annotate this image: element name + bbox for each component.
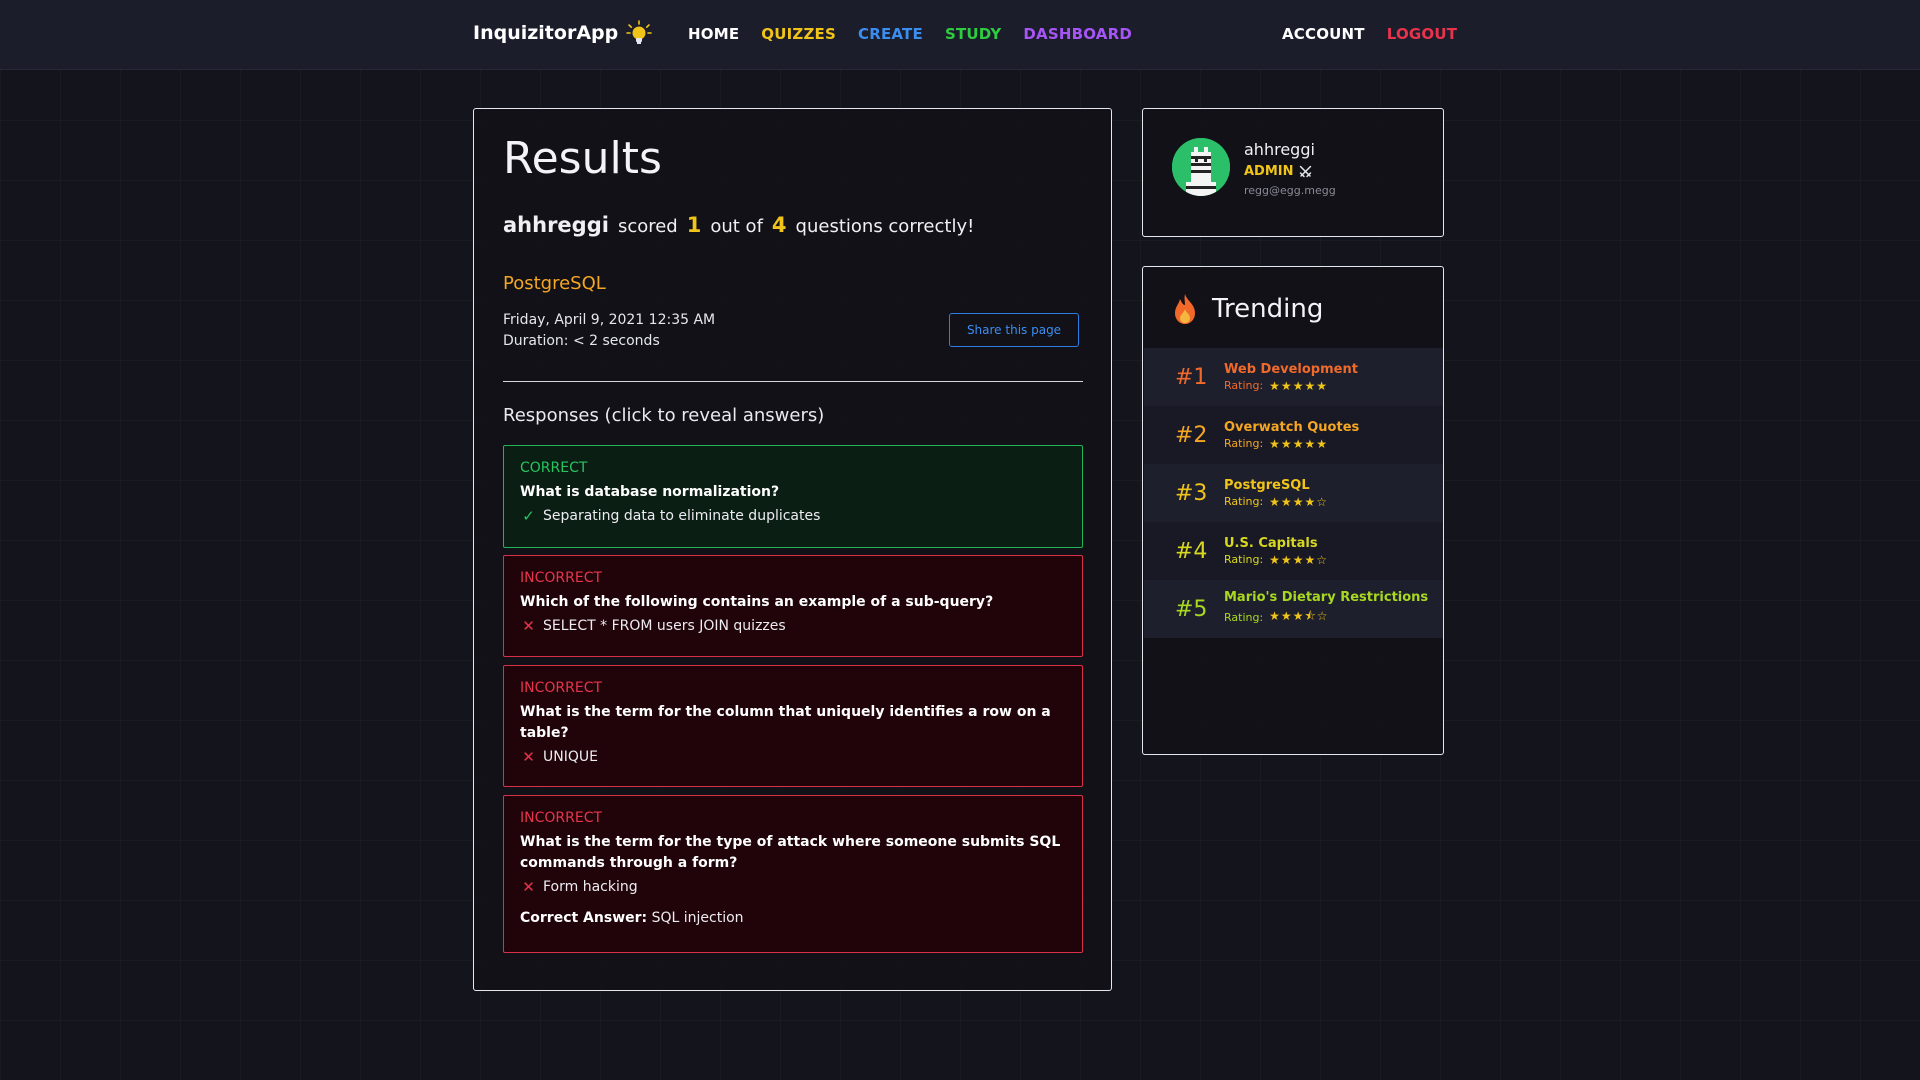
crossed-swords-icon (1299, 165, 1311, 178)
correct-answer-row: Correct Answer: SQL injection (520, 910, 1066, 926)
check-icon: ✓ (522, 507, 535, 525)
nav-right: ACCOUNT LOGOUT (1282, 25, 1457, 43)
trending-title: Trending (1212, 294, 1324, 324)
cross-icon: ✕ (522, 617, 535, 635)
correct-answer-label: Correct Answer: (520, 910, 648, 926)
divider (503, 381, 1083, 382)
brand-logo[interactable]: InquizitorApp (473, 20, 653, 46)
share-button[interactable]: Share this page (949, 313, 1079, 347)
quiz-name[interactable]: PostgreSQL (503, 273, 606, 294)
profile-email: regg@egg.megg (1244, 184, 1336, 197)
trending-rank: #4 (1175, 538, 1208, 564)
trending-rank: #5 (1175, 596, 1208, 622)
trending-card: Trending #1 Web Development Rating: ★★★★… (1142, 266, 1444, 755)
response-answer: Separating data to eliminate duplicates (543, 508, 821, 524)
rating-label: Rating: (1224, 379, 1264, 392)
response-question: What is the term for the column that uni… (520, 704, 1051, 741)
nav-study[interactable]: STUDY (945, 25, 1001, 43)
avatar[interactable] (1172, 138, 1230, 196)
role-label: ADMIN (1244, 164, 1294, 179)
nav-home[interactable]: HOME (688, 25, 739, 43)
response-card-4[interactable]: INCORRECT What is the term for the type … (503, 795, 1083, 953)
response-status: CORRECT (520, 460, 588, 476)
trending-item-2[interactable]: #2 Overwatch Quotes Rating: ★★★★★ (1144, 406, 1443, 464)
trending-item-5[interactable]: #5 Mario's Dietary Restrictions Rating: … (1144, 580, 1443, 638)
response-answer-row: ✕ UNIQUE (520, 748, 1066, 766)
response-answer-row: ✕ SELECT * FROM users JOIN quizzes (520, 617, 1066, 635)
trending-rank: #1 (1175, 364, 1208, 390)
response-answer: UNIQUE (543, 749, 598, 765)
trending-rank: #2 (1175, 422, 1208, 448)
nav-quizzes[interactable]: QUIZZES (761, 25, 836, 43)
star-rating-icon: ★★★★☆ (1269, 552, 1328, 567)
response-question: What is database normalization? (520, 484, 780, 500)
nav-create[interactable]: CREATE (858, 25, 923, 43)
brand-name: InquizitorApp (473, 22, 619, 44)
trending-header: Trending (1172, 293, 1323, 325)
response-card-3[interactable]: INCORRECT What is the term for the colum… (503, 665, 1083, 787)
response-status: INCORRECT (520, 570, 603, 586)
profile-role: ADMIN (1244, 164, 1312, 179)
response-card-2[interactable]: INCORRECT Which of the following contain… (503, 555, 1083, 657)
star-rating-icon: ★★★★★ (1269, 378, 1328, 393)
score-total: 4 (771, 213, 787, 237)
response-card-1[interactable]: CORRECT What is database normalization? … (503, 445, 1083, 548)
trending-name: PostgreSQL (1224, 477, 1310, 493)
response-question: What is the term for the type of attack … (520, 834, 1061, 871)
rating-label: Rating: (1224, 553, 1264, 566)
fire-icon (1175, 294, 1195, 324)
response-answer: Form hacking (543, 879, 638, 895)
profile-card: ahhreggi ADMIN regg@egg.megg (1142, 108, 1444, 237)
rating-label: Rating: (1224, 611, 1264, 624)
response-answer-row: ✕ Form hacking (520, 878, 1066, 896)
nav-account[interactable]: ACCOUNT (1282, 25, 1365, 43)
cross-icon: ✕ (522, 748, 535, 766)
navbar: InquizitorApp HOME QUIZZES CREATE STUDY … (0, 0, 1920, 70)
response-status: INCORRECT (520, 810, 603, 826)
response-question: Which of the following contains an examp… (520, 594, 994, 610)
response-answer: SELECT * FROM users JOIN quizzes (543, 618, 786, 634)
score-summary: ahhreggi scored 1 out of 4 questions cor… (503, 213, 974, 237)
score-correct: 1 (686, 213, 702, 237)
quiz-date: Friday, April 9, 2021 12:35 AM (503, 312, 716, 328)
lightbulb-icon (626, 20, 653, 44)
trending-name: Mario's Dietary Restrictions (1224, 590, 1429, 605)
nav-logout[interactable]: LOGOUT (1387, 25, 1457, 43)
response-answer-row: ✓ Separating data to eliminate duplicate… (520, 507, 1066, 525)
rating-label: Rating: (1224, 437, 1264, 450)
quiz-duration: Duration: < 2 seconds (503, 333, 660, 349)
responses-title: Responses (click to reveal answers) (503, 405, 825, 426)
scored-text: scored (617, 216, 678, 237)
out-of-text: out of (710, 216, 763, 237)
response-status: INCORRECT (520, 680, 603, 696)
profile-username: ahhreggi (1244, 140, 1315, 159)
star-rating-icon: ★★★★★ (1269, 436, 1328, 451)
score-suffix: questions correctly! (795, 216, 975, 237)
correct-answer-value: SQL injection (651, 910, 744, 926)
results-card: Results ahhreggi scored 1 out of 4 quest… (473, 108, 1112, 991)
page-title: Results (503, 133, 662, 184)
trending-name: U.S. Capitals (1224, 535, 1318, 551)
trending-name: Web Development (1224, 361, 1358, 377)
star-rating-icon: ★★★★☆ (1269, 494, 1328, 509)
rating-label: Rating: (1224, 495, 1264, 508)
star-rating-icon: ★★★⯪☆ (1269, 609, 1329, 623)
trending-item-1[interactable]: #1 Web Development Rating: ★★★★★ (1144, 348, 1443, 406)
nav-links: HOME QUIZZES CREATE STUDY DASHBOARD (688, 25, 1132, 43)
trending-item-3[interactable]: #3 PostgreSQL Rating: ★★★★☆ (1144, 464, 1443, 522)
cross-icon: ✕ (522, 878, 535, 896)
trending-item-4[interactable]: #4 U.S. Capitals Rating: ★★★★☆ (1144, 522, 1443, 580)
nav-dashboard[interactable]: DASHBOARD (1023, 25, 1132, 43)
trending-rank: #3 (1175, 480, 1208, 506)
zebra-avatar-icon (1172, 138, 1230, 196)
trending-name: Overwatch Quotes (1224, 419, 1360, 435)
score-username: ahhreggi (503, 213, 609, 237)
